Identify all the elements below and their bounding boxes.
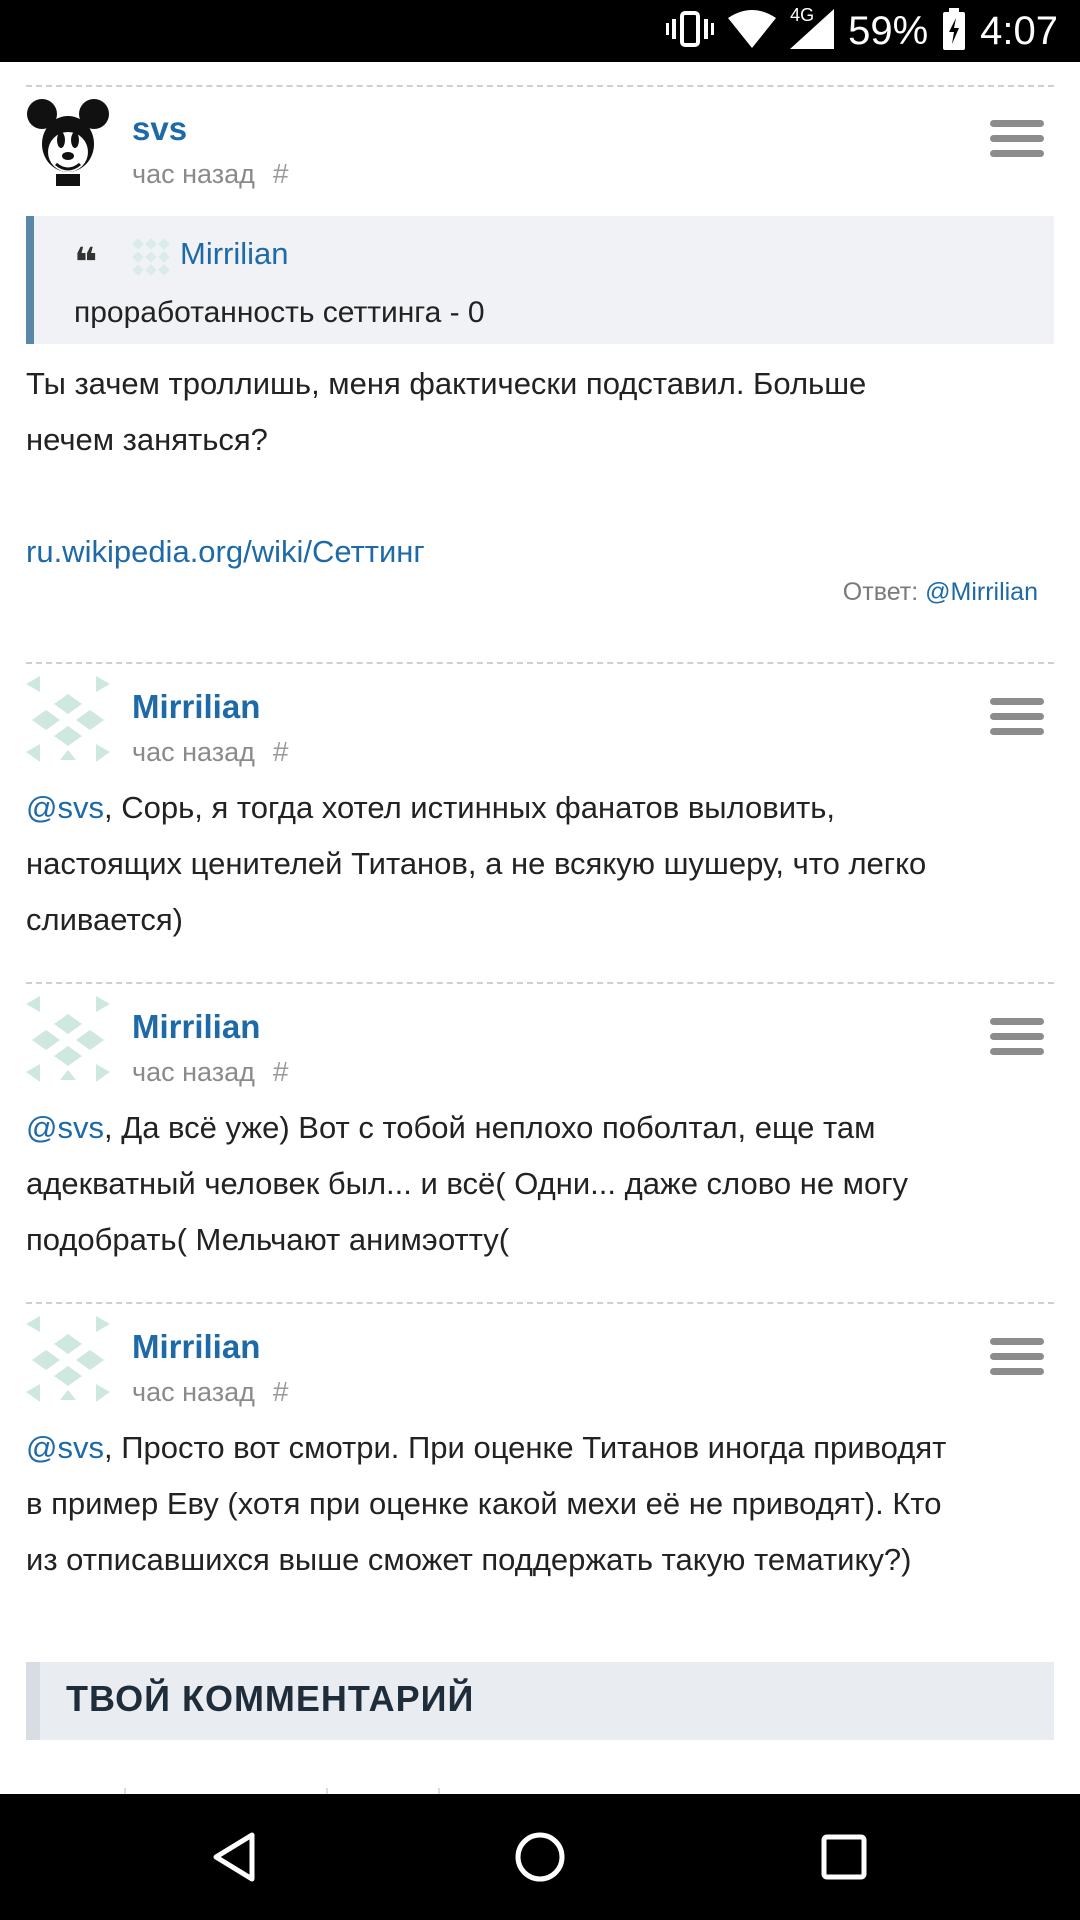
user-mention[interactable]: @svs <box>26 1110 104 1145</box>
comment-time: час назад # <box>132 1056 288 1088</box>
comment-body: Ты зачем троллишь, меня фактически подст… <box>26 356 1056 580</box>
quote-icon: ❝ <box>74 241 98 285</box>
comment-time: час назад # <box>132 158 288 190</box>
cell-signal-icon: 4G <box>790 5 835 54</box>
comment-menu-button[interactable] <box>990 698 1044 742</box>
clock: 4:07 <box>980 8 1058 53</box>
reply-to: Ответ: @Mirrilian <box>843 578 1038 607</box>
comment-time: час назад # <box>132 1376 288 1408</box>
comment: Mirrilian час назад # @svs, Сорь, я тогда… <box>26 676 1054 976</box>
comment-text-line: Ты зачем троллишь, меня фактически подст… <box>26 366 867 401</box>
comment-menu-button[interactable] <box>990 1018 1044 1062</box>
comment-text-line: настоящих ценителей Титанов, а не всякую… <box>26 846 927 881</box>
comment-time: час назад # <box>132 736 288 768</box>
permalink[interactable]: # <box>273 158 289 189</box>
user-mention[interactable]: @svs <box>26 1430 104 1465</box>
permalink[interactable]: # <box>273 736 289 767</box>
comment: svs час назад # ❝ Mirrilian проработаннос… <box>26 98 1054 658</box>
comment-form-header: ТВОЙ КОММЕНТАРИЙ <box>26 1662 1054 1740</box>
quote-author[interactable]: Mirrilian <box>180 236 289 272</box>
back-icon[interactable] <box>206 1827 266 1887</box>
wifi-icon <box>728 9 777 53</box>
quote-block: ❝ Mirrilian проработанность сеттинга - 0 <box>26 216 1054 344</box>
user-mention[interactable]: @svs <box>26 790 104 825</box>
time-label: час назад <box>132 1057 255 1087</box>
comment-text-line: @svs, Сорь, я тогда хотел истинных фанат… <box>26 780 1056 836</box>
comment-text-line: подобрать( Мельчают анимэотту( <box>26 1222 510 1257</box>
status-bar: 4G 59% 4:07 <box>0 0 1080 62</box>
comment-body: @svs, Сорь, я тогда хотел истинных фанат… <box>26 780 1056 948</box>
navigation-bar <box>0 1794 1080 1920</box>
comments-page: svs час назад # ❝ Mirrilian проработаннос… <box>0 62 1080 1794</box>
reply-mention[interactable]: @Mirrilian <box>925 578 1038 606</box>
time-label: час назад <box>132 1377 255 1407</box>
vibrate-icon <box>666 9 715 54</box>
quote-avatar <box>130 236 172 278</box>
author-name[interactable]: Mirrilian <box>132 688 260 726</box>
author-name[interactable]: Mirrilian <box>132 1328 260 1366</box>
comment-menu-button[interactable] <box>990 1338 1044 1382</box>
reply-label: Ответ: <box>842 578 926 606</box>
comment-text-line: @svs, Просто вот смотри. При оценке Тита… <box>26 1420 1056 1476</box>
comment-form-title: ТВОЙ КОММЕНТАРИЙ <box>66 1678 475 1719</box>
comment-text: , Сорь, я тогда хотел истинных фанатов в… <box>103 790 836 825</box>
recents-icon[interactable] <box>814 1827 874 1887</box>
time-label: час назад <box>132 737 255 767</box>
comment-text-line: из отписавшихся выше сможет поддержать т… <box>26 1542 912 1577</box>
comment-text-line: в пример Еву (хотя при оценке какой мехи… <box>26 1486 942 1521</box>
author-name[interactable]: Mirrilian <box>132 1008 260 1046</box>
comment: Mirrilian час назад # @svs, Да всё уже) В… <box>26 996 1054 1296</box>
permalink[interactable]: # <box>273 1056 289 1087</box>
comment-divider <box>26 662 1054 664</box>
avatar[interactable] <box>26 996 110 1086</box>
comment-text-line: сливается) <box>26 902 183 937</box>
comment-text-line: нечем заняться? <box>26 422 268 457</box>
comment-text: , Просто вот смотри. При оценке Титанов … <box>103 1430 947 1465</box>
battery-percent: 59% <box>848 8 929 53</box>
time-label: час назад <box>132 159 255 189</box>
permalink[interactable]: # <box>273 1376 289 1407</box>
network-type-label: 4G <box>790 4 815 25</box>
avatar[interactable] <box>26 676 110 766</box>
comment-body: @svs, Просто вот смотри. При оценке Тита… <box>26 1420 1056 1588</box>
comment-divider <box>26 1302 1054 1304</box>
comment-divider <box>26 85 1054 87</box>
wiki-link[interactable]: ru.wikipedia.org/wiki/Сеттинг <box>26 524 1056 580</box>
comment-text-line: адекватный человек был... и всё( Одни...… <box>26 1166 909 1201</box>
comment-body: @svs, Да всё уже) Вот с тобой неплохо по… <box>26 1100 1056 1268</box>
comment-divider <box>26 982 1054 984</box>
avatar[interactable] <box>26 1316 110 1406</box>
comment-text-line: @svs, Да всё уже) Вот с тобой неплохо по… <box>26 1100 1056 1156</box>
comment: Mirrilian час назад # @svs, Просто вот см… <box>26 1316 1054 1616</box>
comment-menu-button[interactable] <box>990 120 1044 164</box>
quote-text: проработанность сеттинга - 0 <box>74 296 485 329</box>
author-name[interactable]: svs <box>132 110 187 148</box>
home-icon[interactable] <box>510 1827 570 1887</box>
avatar[interactable] <box>26 98 110 188</box>
comment-text: , Да всё уже) Вот с тобой неплохо поболт… <box>103 1110 876 1145</box>
battery-charging-icon <box>942 7 966 55</box>
